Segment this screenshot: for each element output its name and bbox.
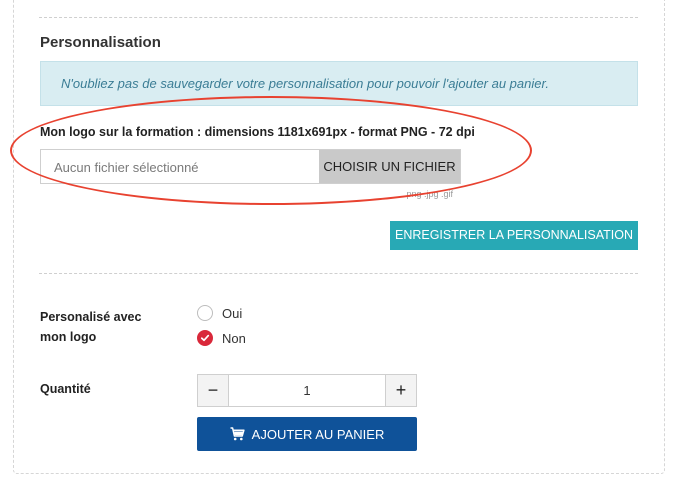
divider-top — [39, 17, 638, 18]
divider-middle — [39, 273, 638, 274]
radio-label-oui: Oui — [222, 305, 243, 321]
alert-text: N'oubliez pas de sauvegarder votre perso… — [61, 76, 549, 91]
section-title: Personnalisation — [40, 34, 161, 51]
quantity-input[interactable]: 1 — [229, 375, 385, 406]
radio-oui[interactable] — [197, 305, 213, 321]
add-to-cart-button[interactable]: AJOUTER AU PANIER — [197, 417, 417, 451]
radio-non[interactable] — [197, 330, 213, 346]
radio-label-non: Non — [222, 330, 246, 346]
annotation-ellipse — [10, 96, 532, 205]
add-to-cart-label: AJOUTER AU PANIER — [251, 426, 385, 442]
quantity-stepper[interactable]: − 1 + — [197, 374, 417, 407]
quantity-label: Quantité — [40, 382, 91, 396]
logo-option-label: Personalisé avec mon logo — [40, 310, 142, 344]
save-customization-button[interactable]: ENREGISTRER LA PERSONNALISATION — [390, 221, 638, 250]
radio-option-oui[interactable]: Oui — [197, 305, 242, 321]
quantity-increase-button[interactable]: + — [385, 375, 416, 406]
cart-icon — [230, 427, 245, 441]
check-icon — [200, 334, 210, 342]
quantity-decrease-button[interactable]: − — [198, 375, 229, 406]
radio-option-non[interactable]: Non — [197, 330, 246, 346]
